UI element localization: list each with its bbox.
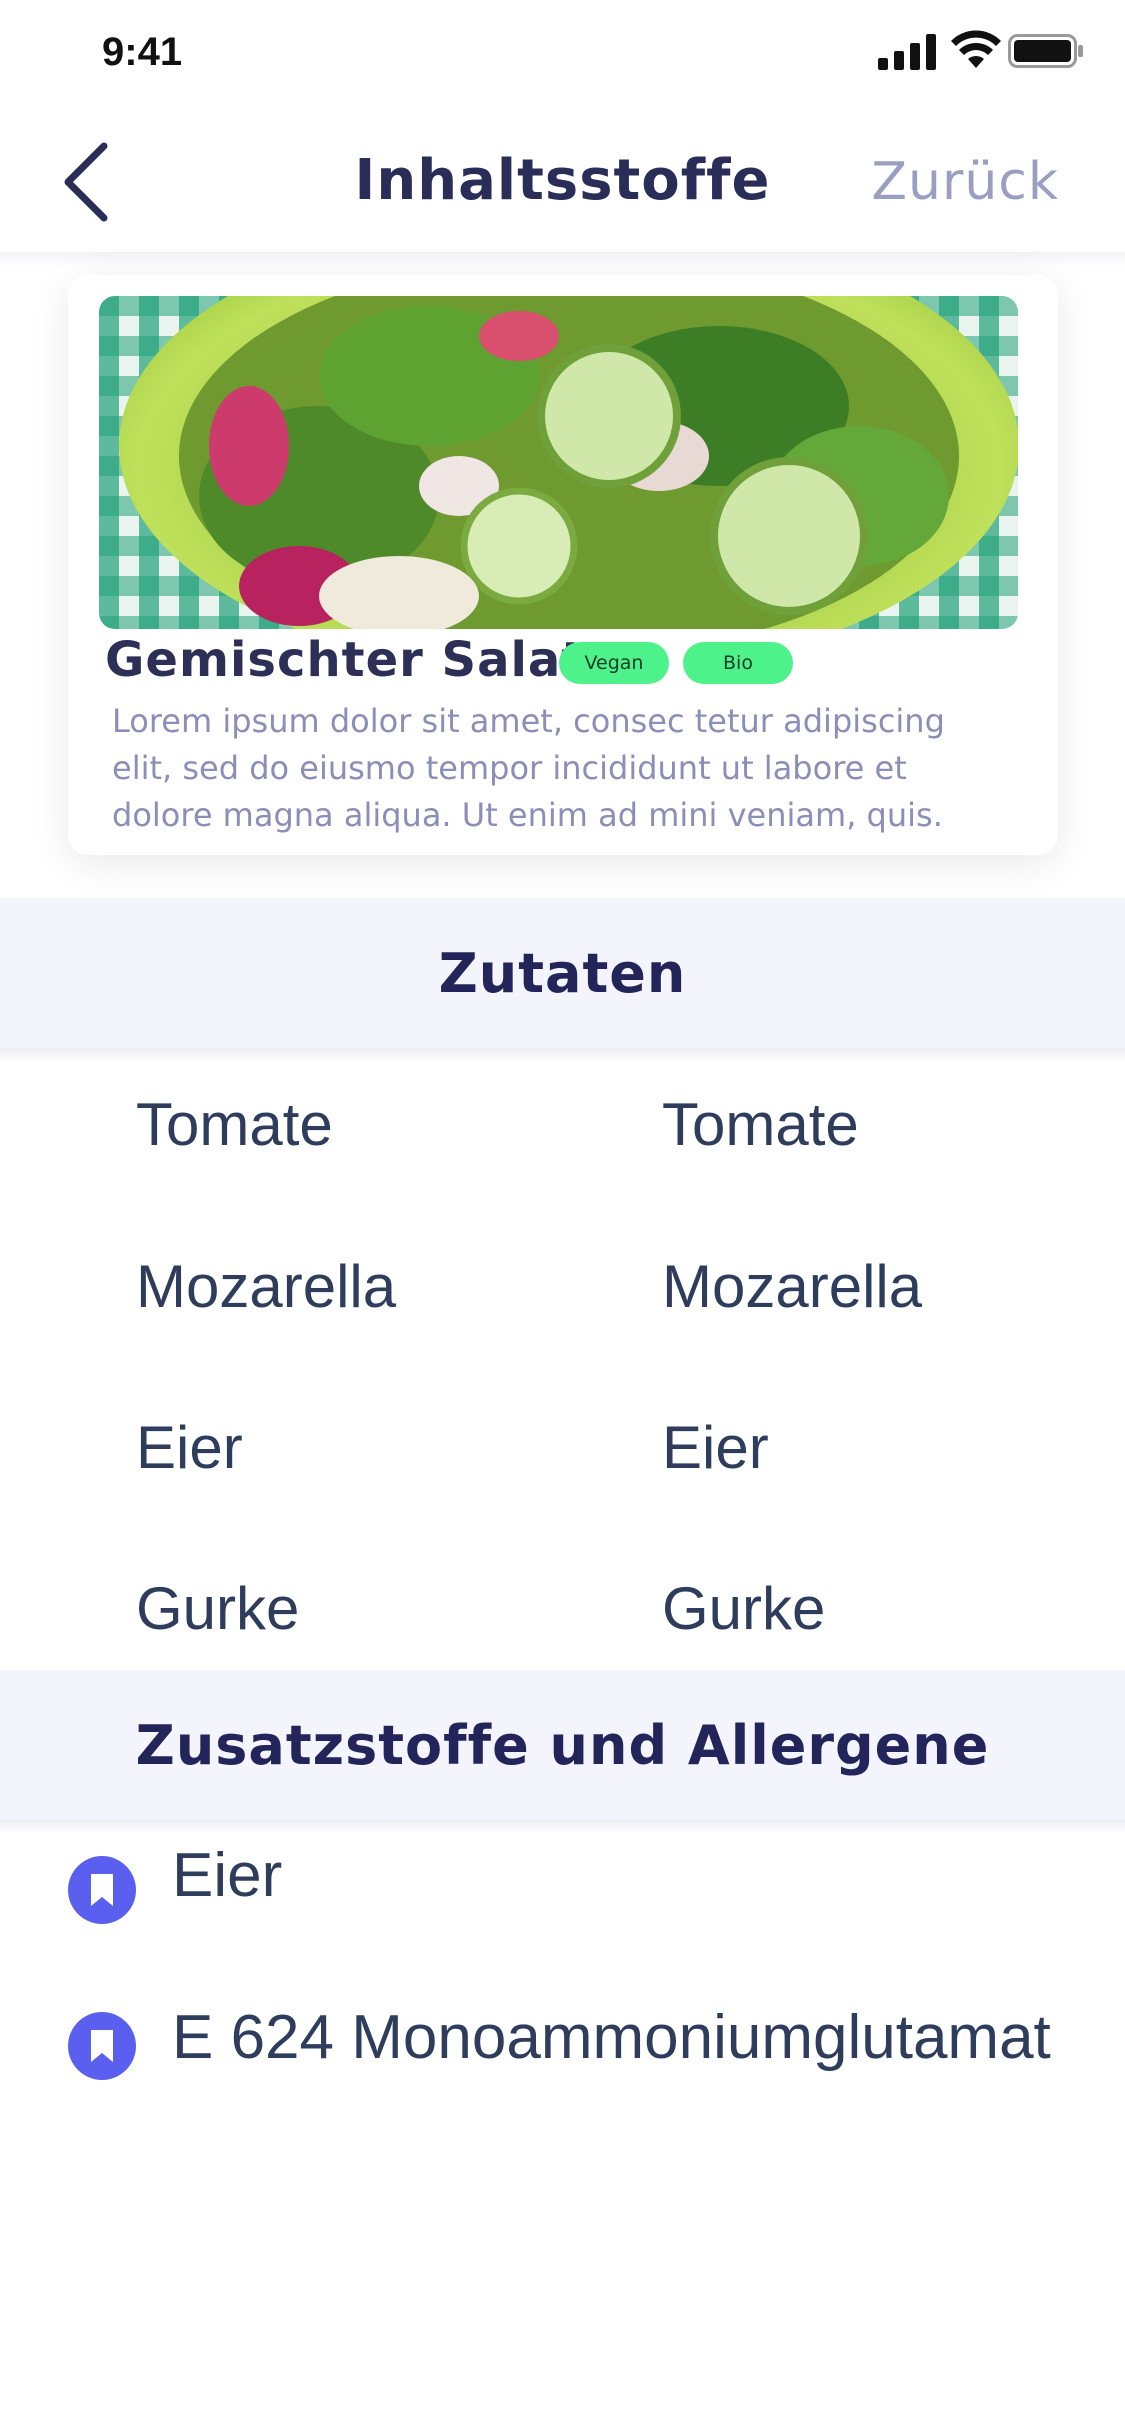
ingredients-header: Zutaten [0,898,1125,1048]
allergen-item: Eier [172,1841,283,1910]
allergens-header: Zusatzstoffe und Allergene [0,1670,1125,1820]
wifi-icon [951,30,1001,68]
battery-icon [1008,34,1083,68]
ingredient-item: Mozarella [136,1253,397,1320]
product-title: Gemischter Salat [105,632,586,688]
bookmark-icon [68,2012,136,2080]
ingredient-item: Gurke [662,1575,826,1642]
tag-vegan: Vegan [559,642,669,684]
bookmark-icon [68,1856,136,1924]
product-description: Lorem ipsum dolor sit amet, consec tetur… [112,702,945,834]
back-text-button[interactable]: Zurück [871,152,1059,212]
ingredient-item: Tomate [136,1091,333,1158]
ingredient-item: Tomate [662,1091,859,1158]
section-divider [0,1820,1125,1834]
tag-bio: Bio [683,642,793,684]
nav-divider [0,252,1125,268]
ingredient-item: Eier [136,1414,243,1481]
salad-image [99,296,1018,629]
ingredient-item: Gurke [136,1575,300,1642]
status-time: 9:41 [102,30,183,74]
ingredient-item: Mozarella [662,1253,923,1320]
section-divider [0,1048,1125,1062]
ingredient-item: Eier [662,1414,769,1481]
allergen-item: E 624 Monoammoniumglutamat [172,2003,1051,2072]
signal-icon [878,34,936,70]
